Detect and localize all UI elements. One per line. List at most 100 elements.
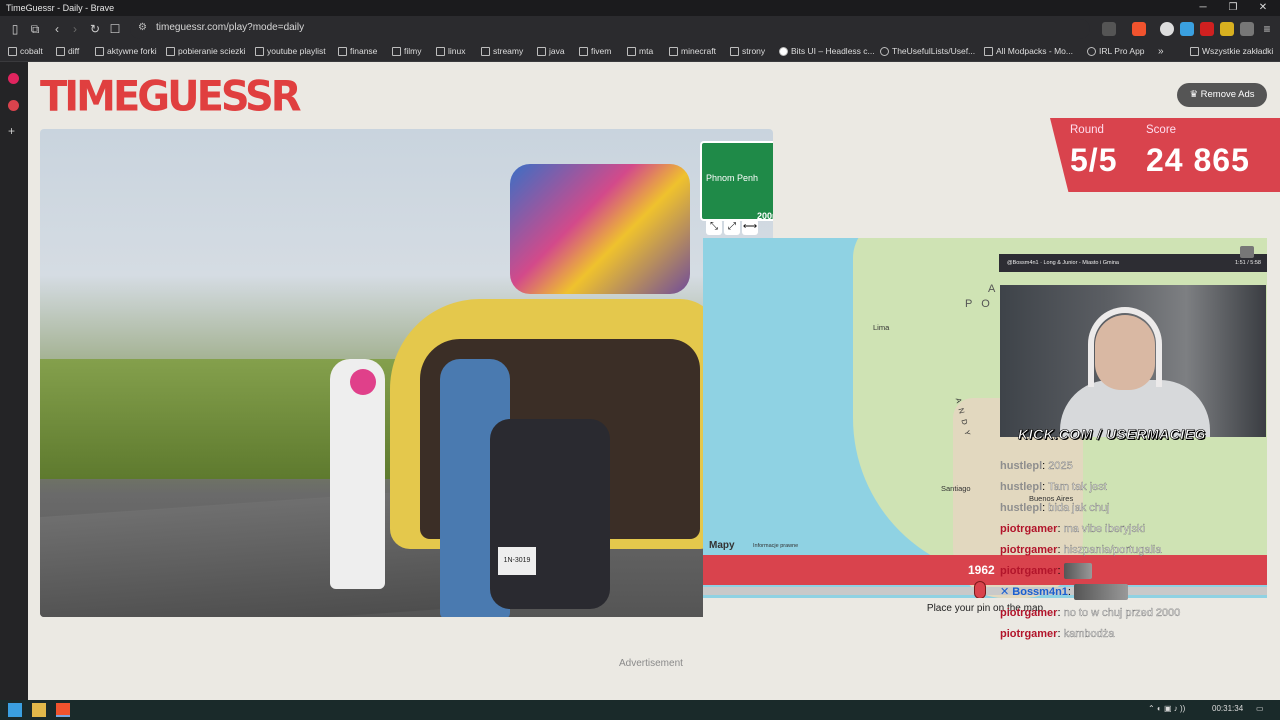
windows-start-icon[interactable] <box>8 703 22 717</box>
menu-icon[interactable]: ≡ <box>1258 20 1276 38</box>
all-bookmarks-folder[interactable]: Wszystkie zakładki <box>1190 46 1273 56</box>
reload-icon[interactable]: ↻ <box>86 20 104 38</box>
bookmark-favicon <box>779 46 788 56</box>
map-pin-toggle-icon[interactable]: ⟷ <box>742 219 758 235</box>
site-info-icon[interactable]: ⚙ <box>138 22 147 33</box>
mapy-logo[interactable]: Mapy <box>709 540 735 551</box>
bookmark-folder[interactable]: strony <box>730 46 765 56</box>
now-playing-text: @Bossm4n1 · Long & Junior - Miasto i Gmi… <box>1007 260 1119 266</box>
bookmark-folder[interactable]: minecraft <box>669 46 716 56</box>
bookmark-item[interactable]: TheUsefulLists/Usef... <box>880 46 975 56</box>
forward-icon[interactable]: › <box>66 20 84 38</box>
chat-message: hustlepl: bida jak chuj <box>1000 502 1110 514</box>
translate-icon[interactable] <box>1102 22 1116 36</box>
kick-overlay-text: KICK.COM / USERMACIEG <box>1018 426 1206 443</box>
chat-message: piotrgamer: no to w chuj przed 2000 <box>1000 607 1181 619</box>
tab-list-icon[interactable]: ⧉ <box>26 20 44 38</box>
chat-emote <box>1063 563 1092 580</box>
bookmarks-overflow-button[interactable]: » <box>1158 46 1164 57</box>
browser-sidebar: + <box>0 62 28 700</box>
notification-icon[interactable]: ▭ <box>1256 704 1264 713</box>
extension-icon-3[interactable] <box>1200 22 1214 36</box>
map-label-santiago: Santiago <box>941 484 971 493</box>
bookmark-item[interactable]: cobalt <box>8 46 43 56</box>
timeguessr-logo[interactable]: TIMEGUESSR <box>40 73 302 121</box>
round-value: 5/5 <box>1070 142 1118 178</box>
bookmark-folder[interactable]: filmy <box>392 46 421 56</box>
address-bar[interactable]: ⚙ timeguessr.com/play?mode=daily <box>130 19 1090 39</box>
minimize-button[interactable]: ─ <box>1188 0 1218 16</box>
bookmark-item[interactable]: diff <box>56 46 79 56</box>
bookmark-item[interactable]: pobieranie sciezki <box>166 46 246 56</box>
bookmark-icon[interactable]: ☐ <box>106 20 124 38</box>
sidebar-add-icon[interactable]: + <box>8 124 15 138</box>
close-button[interactable]: ✕ <box>1248 0 1278 16</box>
map-expand-icon[interactable]: ⤢ <box>724 219 740 235</box>
map-label-region-2: P O <box>965 298 993 310</box>
pause-icon[interactable] <box>1240 246 1254 258</box>
bookmark-folder[interactable]: linux <box>436 46 465 56</box>
maximize-button[interactable]: ❐ <box>1218 0 1248 16</box>
bookmark-item[interactable]: aktywne forki <box>95 46 157 56</box>
chat-message: piotrgamer: ma vibe iberyjski <box>1000 523 1145 535</box>
bookmark-folder[interactable]: fivem <box>579 46 611 56</box>
window-titlebar: TimeGuessr - Daily - Brave <box>0 0 1280 16</box>
map-toolbar: ⤡ ⤢ ⟷ <box>706 219 758 235</box>
chat-message: piotrgamer: hiszpania/portugalia <box>1000 544 1162 556</box>
extension-icon-2[interactable] <box>1180 22 1194 36</box>
tray-icons[interactable]: ⌃ ◐ ▣ ♪ )) <box>1148 704 1185 713</box>
chat-message: ✕ Bossm4n1: <box>1000 582 1270 603</box>
bookmark-folder[interactable]: mta <box>627 46 653 56</box>
bookmark-folder[interactable]: java <box>537 46 565 56</box>
extension-icon[interactable] <box>1160 22 1174 36</box>
score-value: 24 865 <box>1146 142 1250 178</box>
chat-emote <box>1074 584 1129 601</box>
bookmark-folder[interactable]: finanse <box>338 46 377 56</box>
bookmark-item[interactable]: All Modpacks - Mo... <box>984 46 1073 56</box>
extension-icon-4[interactable] <box>1220 22 1234 36</box>
folder-icon <box>627 46 636 56</box>
folder-icon <box>436 46 445 56</box>
bookmarks-bar: cobalt diff aktywne forki pobieranie sci… <box>0 42 1280 62</box>
chat-message: hustlepl: 2025 <box>1000 460 1073 472</box>
photo-road-sign: Phnom Penh 200m <box>700 141 773 221</box>
bookmark-item[interactable]: IRL Pro App <box>1087 46 1145 56</box>
folder-icon <box>579 46 588 56</box>
brave-taskbar-icon[interactable] <box>56 703 70 717</box>
year-slider-handle[interactable] <box>974 581 986 599</box>
os-taskbar: ⌃ ◐ ▣ ♪ )) 00:31:34 ▭ <box>0 700 1280 720</box>
brave-shields-icon[interactable] <box>1132 22 1146 36</box>
page-content: TIMEGUESSR ♛ Remove Ads 1N-3019 Phnom Pe… <box>28 62 1280 700</box>
score-label: Score <box>1146 124 1177 136</box>
crown-icon: ♛ <box>1189 89 1201 100</box>
extensions-puzzle-icon[interactable] <box>1240 22 1254 36</box>
sidebar-timeguessr-icon[interactable] <box>8 100 19 111</box>
folder-icon <box>392 46 401 56</box>
chat-message: piotrgamer: kambodża <box>1000 628 1115 640</box>
remove-ads-button[interactable]: ♛ Remove Ads <box>1177 83 1267 107</box>
map-shrink-icon[interactable]: ⤡ <box>706 219 722 235</box>
folder-icon <box>481 46 490 56</box>
bookmark-item[interactable]: youtube playlist <box>255 46 326 56</box>
bookmark-favicon <box>56 46 65 56</box>
webcam-headset <box>1088 307 1162 387</box>
photo-pink-cap <box>350 369 376 395</box>
folder-icon <box>1190 46 1199 56</box>
folder-icon <box>669 46 678 56</box>
folder-icon <box>537 46 546 56</box>
bookmark-favicon <box>984 46 993 56</box>
stream-chat: hustlepl: 2025 hustlepl: Tam tak jest hu… <box>1000 456 1270 645</box>
year-value: 1962 <box>968 563 995 577</box>
sidebar-toggle-icon[interactable]: ▯ <box>6 20 24 38</box>
github-icon <box>880 46 889 56</box>
map-legal-link[interactable]: Informacje prawne <box>753 543 798 549</box>
file-explorer-icon[interactable] <box>32 703 46 717</box>
score-panel: Round 5/5 Score 24 865 <box>1050 118 1280 192</box>
bookmark-item[interactable]: Bits UI – Headless c... <box>779 46 875 56</box>
round-label: Round <box>1070 124 1104 136</box>
photo-sign-distance: 200m <box>757 211 773 221</box>
bookmark-folder[interactable]: streamy <box>481 46 523 56</box>
sidebar-app-icon[interactable] <box>8 73 19 84</box>
back-icon[interactable]: ‹ <box>48 20 66 38</box>
now-playing-bar: @Bossm4n1 · Long & Junior - Miasto i Gmi… <box>999 254 1267 272</box>
